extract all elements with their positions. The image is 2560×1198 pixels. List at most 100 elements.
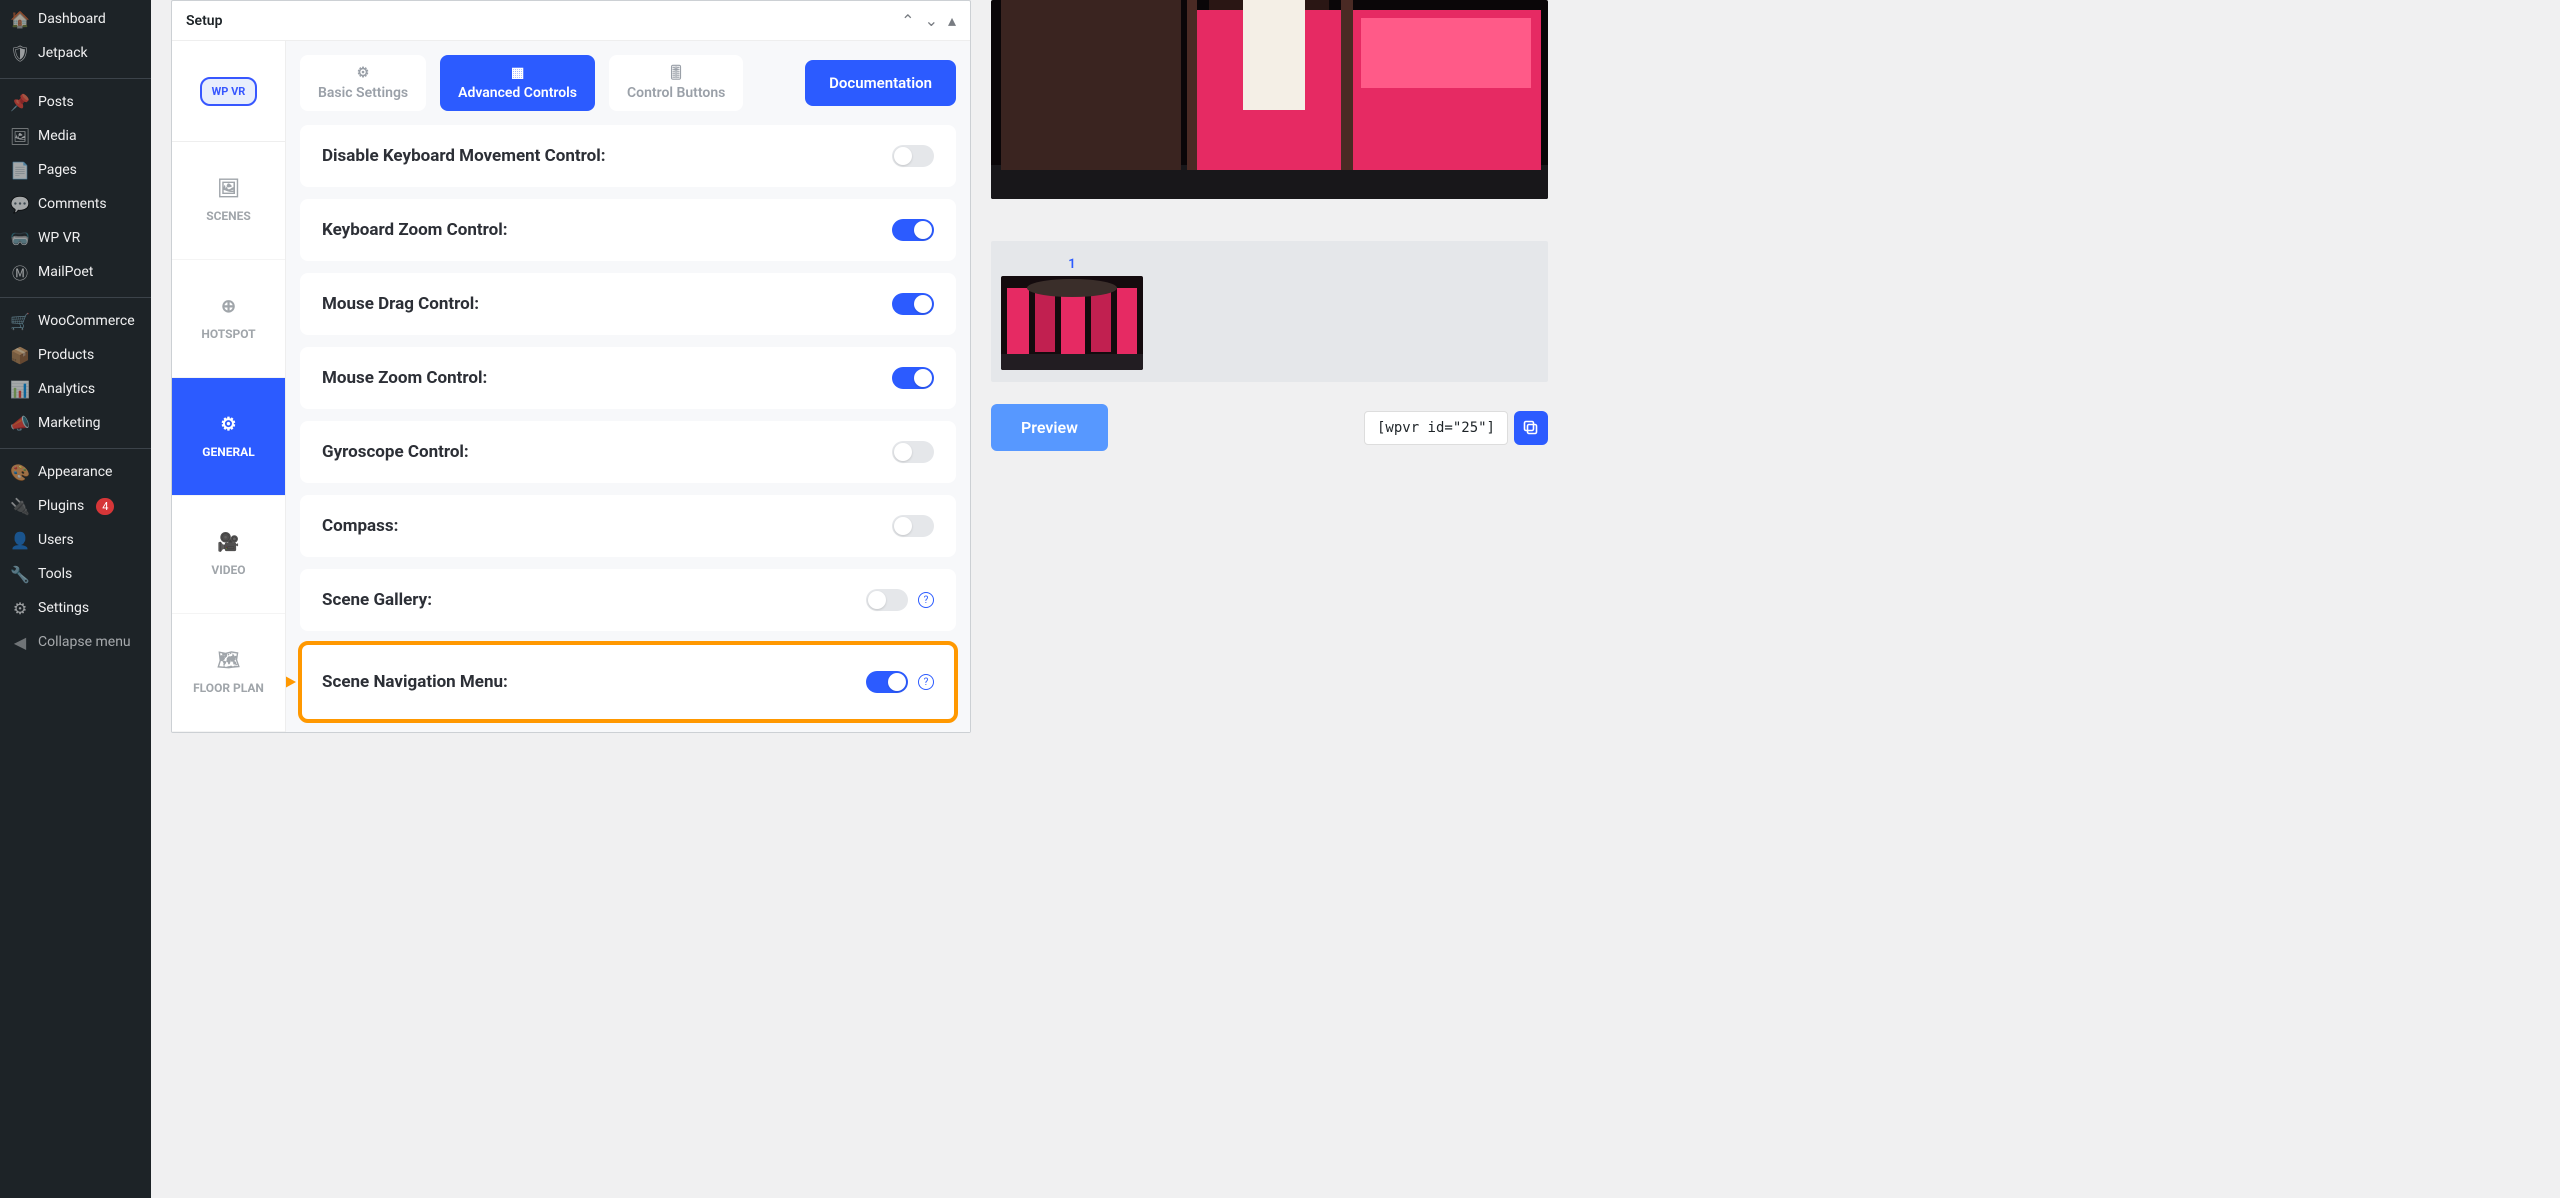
keyboard-zoom-toggle[interactable]: [892, 219, 934, 241]
vtab-hotspot[interactable]: ⊕HOTSPOT: [172, 260, 285, 378]
floorplan-icon: 🗺: [217, 650, 240, 671]
horizontal-tabs: ⚙Basic Settings ▦ Advanced Controls 🎚 Contro…: [300, 55, 956, 111]
plugins-icon: 🔌: [10, 496, 30, 516]
tab-basic[interactable]: ⚙Basic Settings: [300, 55, 426, 111]
tab-controlbtns[interactable]: 🎚 Control Buttons: [609, 55, 743, 111]
menu-item-pages[interactable]: 📄Pages: [0, 153, 151, 187]
setting-scene-nav-menu: Scene Navigation Menu:?: [300, 643, 956, 721]
main-content: Setup ⌃ ⌄ ▴ WP VR 🖼SCENES⊕HOTSPOT⚙GENERA…: [151, 0, 2560, 1198]
general-icon: ⚙: [220, 414, 236, 435]
tour-preview-image: [991, 0, 1548, 199]
disable-keyboard-movement-toggle[interactable]: [892, 145, 934, 167]
basic-icon: ⚙: [357, 65, 370, 81]
mouse-drag-toggle[interactable]: [892, 293, 934, 315]
menu-item-marketing[interactable]: 📣Marketing: [0, 406, 151, 440]
metabox-up-icon[interactable]: ⌃: [901, 11, 914, 30]
collapse-icon: ◀: [10, 632, 30, 652]
menu-item-tools[interactable]: 🔧 Tools: [0, 557, 151, 591]
menu-item-mailpoet[interactable]: ⓂMailPoet: [0, 255, 151, 289]
video-icon: 🎥: [217, 532, 239, 553]
compass-toggle[interactable]: [892, 515, 934, 537]
vtab-label: VIDEO: [211, 563, 245, 577]
menu-item-settings[interactable]: ⚙Settings: [0, 591, 151, 625]
menu-item-woocommerce[interactable]: 🛒WooCommerce: [0, 304, 151, 338]
controlbtns-icon: 🎚: [667, 65, 685, 81]
vtab-label: GENERAL: [202, 445, 254, 459]
tools-icon: 🔧: [10, 564, 30, 584]
menu-item-comments[interactable]: 💬 Comments: [0, 187, 151, 221]
htab-label: Control Buttons: [627, 85, 725, 101]
dashboard-icon: 🏠: [10, 9, 30, 29]
vtab-label: SCENES: [206, 209, 251, 223]
preview-actions: Preview [wpvr id="25"]: [991, 404, 1548, 451]
info-icon[interactable]: ?: [918, 674, 934, 690]
preview-button[interactable]: Preview: [991, 404, 1108, 451]
marketing-icon: 📣: [10, 413, 30, 433]
metabox-toggles: ⌃ ⌄ ▴: [901, 11, 956, 30]
scene-thumbnail-1[interactable]: 1: [1001, 257, 1143, 370]
menu-label: Tools: [38, 566, 72, 582]
menu-label: Users: [38, 532, 74, 548]
media-icon: 🖼: [10, 126, 30, 146]
menu-item-products[interactable]: 📦 Products: [0, 338, 151, 372]
menu-item-dashboard[interactable]: 🏠 Dashboard: [0, 2, 151, 36]
menu-label: Comments: [38, 196, 107, 212]
settings-content: ⚙Basic Settings ▦ Advanced Controls 🎚 Contro…: [286, 41, 970, 732]
settings-icon: ⚙: [10, 598, 30, 618]
appearance-icon: 🎨: [10, 462, 30, 482]
menu-item-media[interactable]: 🖼Media: [0, 119, 151, 153]
users-icon: 👤: [10, 530, 30, 550]
info-icon[interactable]: ?: [918, 592, 934, 608]
documentation-button[interactable]: Documentation: [805, 60, 956, 106]
thumbnail-number: 1: [1001, 257, 1143, 272]
scenes-icon: 🖼: [217, 178, 240, 199]
mouse-zoom-toggle[interactable]: [892, 367, 934, 389]
setup-header: Setup ⌃ ⌄ ▴: [172, 1, 970, 41]
hotspot-icon: ⊕: [221, 296, 236, 317]
setting-label: Gyroscope Control:: [322, 442, 469, 462]
posts-icon: 📌: [10, 92, 30, 112]
menu-item-analytics[interactable]: 📊Analytics: [0, 372, 151, 406]
gyroscope-toggle[interactable]: [892, 441, 934, 463]
setting-mouse-zoom: Mouse Zoom Control:: [300, 347, 956, 409]
menu-item-posts[interactable]: 📌 Posts: [0, 85, 151, 119]
copy-icon: [1523, 420, 1539, 436]
vtab-label: FLOOR PLAN: [193, 681, 264, 695]
products-icon: 📦: [10, 345, 30, 365]
menu-label: Analytics: [38, 381, 95, 397]
menu-label: Products: [38, 347, 94, 363]
vtab-scenes[interactable]: 🖼 SCENES: [172, 142, 285, 260]
menu-label: Posts: [38, 94, 74, 110]
advanced-icon: ▦: [511, 65, 524, 81]
menu-item-jetpack[interactable]: 🛡Jetpack: [0, 36, 151, 70]
comments-icon: 💬: [10, 194, 30, 214]
menu-label: WooCommerce: [38, 313, 135, 329]
menu-item-users[interactable]: 👤 Users: [0, 523, 151, 557]
metabox-caret-icon[interactable]: ▴: [948, 11, 956, 30]
setting-label: Scene Navigation Menu:: [322, 672, 508, 692]
setting-scene-gallery: Scene Gallery:?: [300, 569, 956, 631]
copy-shortcode-button[interactable]: [1514, 411, 1548, 445]
menu-label: Collapse menu: [38, 634, 131, 650]
metabox-down-icon[interactable]: ⌄: [925, 11, 938, 30]
tab-advanced[interactable]: ▦ Advanced Controls: [440, 55, 595, 111]
plugins-update-badge: 4: [96, 498, 114, 515]
vtab-video[interactable]: 🎥 VIDEO: [172, 496, 285, 614]
highlight-arrow-icon: [286, 667, 296, 697]
mailpoet-icon: Ⓜ: [10, 262, 30, 282]
wp-admin-sidebar: 🏠 Dashboard 🛡Jetpack 📌 Posts 🖼Media📄Pages 💬 Com…: [0, 0, 151, 1198]
scene-nav-menu-toggle[interactable]: [866, 671, 908, 693]
preview-column: 1 Preview [wpvr id="25"]: [991, 0, 1548, 1198]
htab-label: Advanced Controls: [458, 85, 577, 101]
menu-item-collapse[interactable]: ◀ Collapse menu: [0, 625, 151, 659]
menu-label: Dashboard: [38, 11, 106, 27]
shortcode-text[interactable]: [wpvr id="25"]: [1364, 411, 1508, 445]
menu-item-plugins[interactable]: 🔌Plugins4: [0, 489, 151, 523]
scene-gallery-toggle[interactable]: [866, 589, 908, 611]
setting-label: Mouse Drag Control:: [322, 294, 479, 314]
vtab-floorplan[interactable]: 🗺 FLOOR PLAN: [172, 614, 285, 732]
vtab-general[interactable]: ⚙ GENERAL: [172, 378, 285, 496]
menu-label: Appearance: [38, 464, 112, 480]
menu-item-wpvr[interactable]: 🥽WP VR: [0, 221, 151, 255]
menu-item-appearance[interactable]: 🎨 Appearance: [0, 455, 151, 489]
